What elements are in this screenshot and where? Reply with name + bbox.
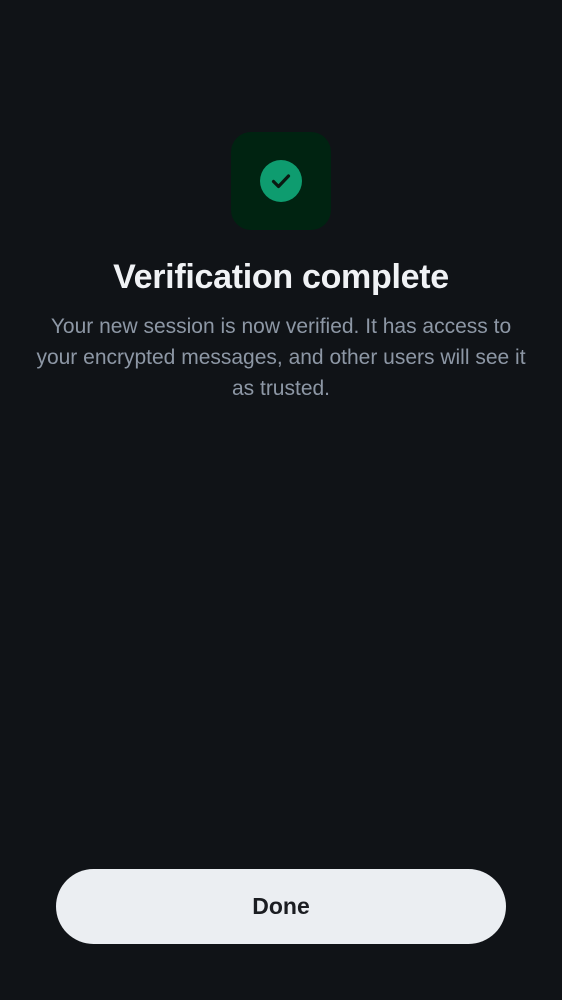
checkmark-icon xyxy=(271,174,291,189)
page-title: Verification complete xyxy=(113,258,449,296)
success-icon-tile xyxy=(231,132,331,230)
done-button[interactable]: Done xyxy=(56,869,506,944)
verification-description: Your new session is now verified. It has… xyxy=(36,315,526,400)
check-circle-icon xyxy=(260,160,302,202)
verification-complete-screen: Verification complete Your new session i… xyxy=(0,0,562,1000)
